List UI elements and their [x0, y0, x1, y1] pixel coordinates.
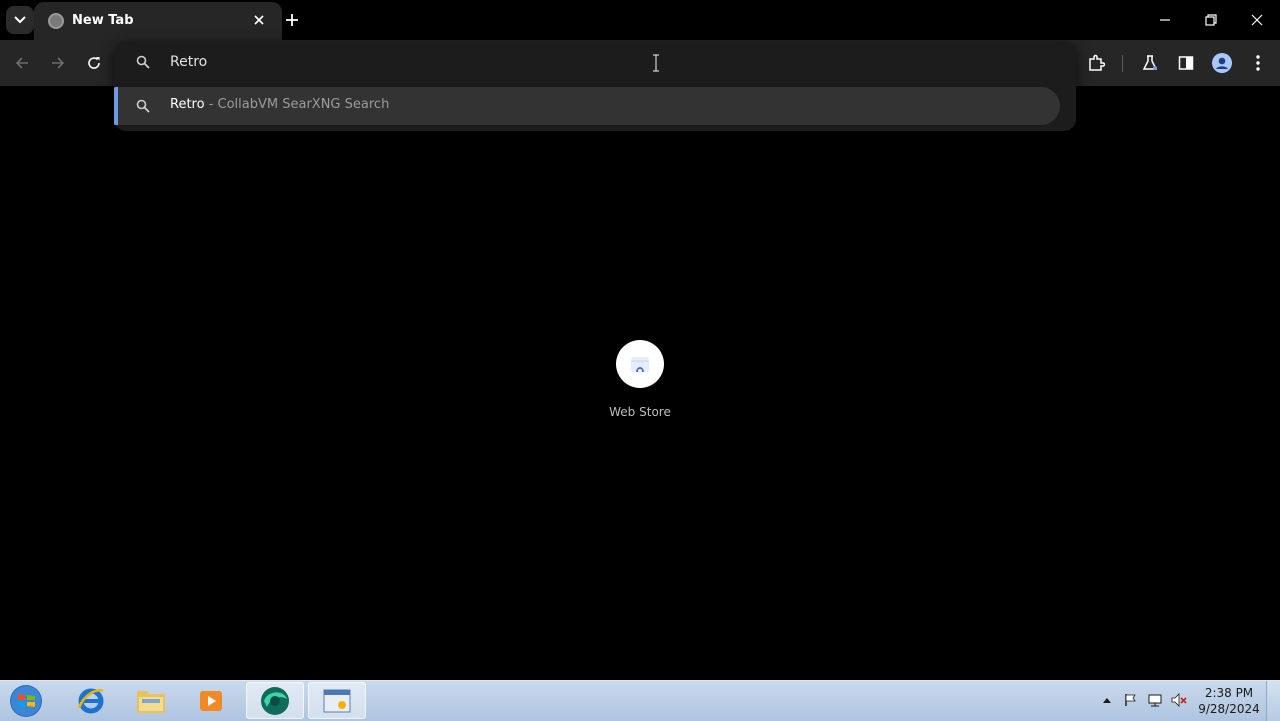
folder-icon — [137, 690, 165, 713]
kebab-menu-icon — [1256, 55, 1260, 71]
tab-title: New Tab — [72, 13, 134, 28]
text-cursor-icon — [653, 54, 659, 72]
minimize-button[interactable] — [1153, 8, 1177, 32]
browser-icon — [261, 686, 289, 715]
menu-button[interactable] — [1246, 51, 1270, 75]
selection-indicator — [114, 87, 118, 125]
taskbar-remote-app[interactable] — [308, 682, 366, 719]
globe-icon — [48, 13, 64, 29]
suggestion-source: CollabVM SearXNG Search — [217, 97, 390, 112]
restore-icon — [1205, 14, 1217, 26]
arrow-left-icon — [15, 57, 28, 69]
reload-button[interactable] — [82, 51, 106, 75]
window-app-icon — [323, 689, 351, 712]
omnibox-suggestion[interactable]: Retro - CollabVM SearXNG Search — [114, 87, 1060, 125]
omnibox[interactable]: Retro — [114, 41, 1076, 85]
clock-time: 2:38 PM — [1204, 686, 1254, 700]
clock-date: 9/28/2024 — [1198, 702, 1260, 716]
media-player-icon — [200, 690, 222, 711]
new-tab-button[interactable] — [282, 10, 302, 30]
back-button[interactable] — [10, 51, 34, 75]
shortcut-label: Web Store — [609, 405, 671, 419]
chevron-up-icon — [1103, 698, 1111, 703]
close-icon — [254, 15, 264, 25]
web-store-icon — [616, 340, 664, 388]
system-clock[interactable]: 2:38 PM 9/28/2024 — [1196, 685, 1262, 717]
avatar-icon — [1212, 53, 1232, 73]
volume-muted-icon — [1171, 693, 1187, 707]
tab-search-button[interactable] — [6, 6, 34, 34]
tab-close-button[interactable] — [250, 11, 268, 29]
suggestion-text: Retro - CollabVM SearXNG Search — [170, 97, 389, 112]
side-panel-button[interactable] — [1174, 51, 1198, 75]
volume-button[interactable] — [1170, 691, 1188, 709]
labs-button[interactable] — [1138, 51, 1162, 75]
start-button[interactable] — [6, 683, 46, 719]
suggestion-query: Retro — [170, 97, 205, 112]
taskbar: 2:38 PM 9/28/2024 — [0, 680, 1280, 721]
close-window-button[interactable] — [1245, 8, 1269, 32]
taskbar-browser[interactable] — [246, 682, 304, 719]
plus-icon — [286, 14, 298, 26]
windows-orb-icon — [10, 685, 42, 717]
internet-explorer-icon — [77, 688, 104, 713]
show-desktop-button[interactable] — [1266, 681, 1280, 721]
puzzle-icon — [1089, 54, 1105, 71]
chevron-down-icon — [14, 16, 26, 24]
forward-button[interactable] — [46, 51, 70, 75]
flag-icon — [1125, 694, 1136, 706]
suggestion-separator: - — [204, 97, 218, 112]
show-hidden-icons-button[interactable] — [1098, 691, 1116, 709]
network-icon — [1148, 694, 1162, 707]
taskbar-file-explorer[interactable] — [122, 682, 180, 719]
taskbar-internet-explorer[interactable] — [62, 682, 120, 719]
side-panel-icon — [1178, 56, 1194, 70]
search-icon — [136, 99, 150, 113]
minimize-icon — [1160, 19, 1170, 21]
flask-icon — [1142, 55, 1158, 70]
omnibox-popup: Retro Retro - CollabVM SearXNG Search — [114, 41, 1076, 131]
reload-icon — [88, 57, 100, 69]
action-center-button[interactable] — [1122, 691, 1140, 709]
toolbar-divider — [1122, 55, 1123, 72]
search-icon — [136, 55, 150, 69]
tab-strip: New Tab — [0, 0, 1280, 40]
taskbar-media-player[interactable] — [182, 682, 240, 719]
extensions-button[interactable] — [1084, 51, 1108, 75]
shortcut-web-store[interactable]: Web Store — [600, 340, 680, 430]
profile-button[interactable] — [1210, 51, 1234, 75]
tab-new-tab[interactable]: New Tab — [34, 2, 282, 40]
network-button[interactable] — [1146, 691, 1164, 709]
restore-button[interactable] — [1199, 8, 1223, 32]
close-icon — [1251, 14, 1263, 26]
address-input[interactable]: Retro — [170, 54, 1050, 72]
arrow-right-icon — [52, 57, 65, 69]
